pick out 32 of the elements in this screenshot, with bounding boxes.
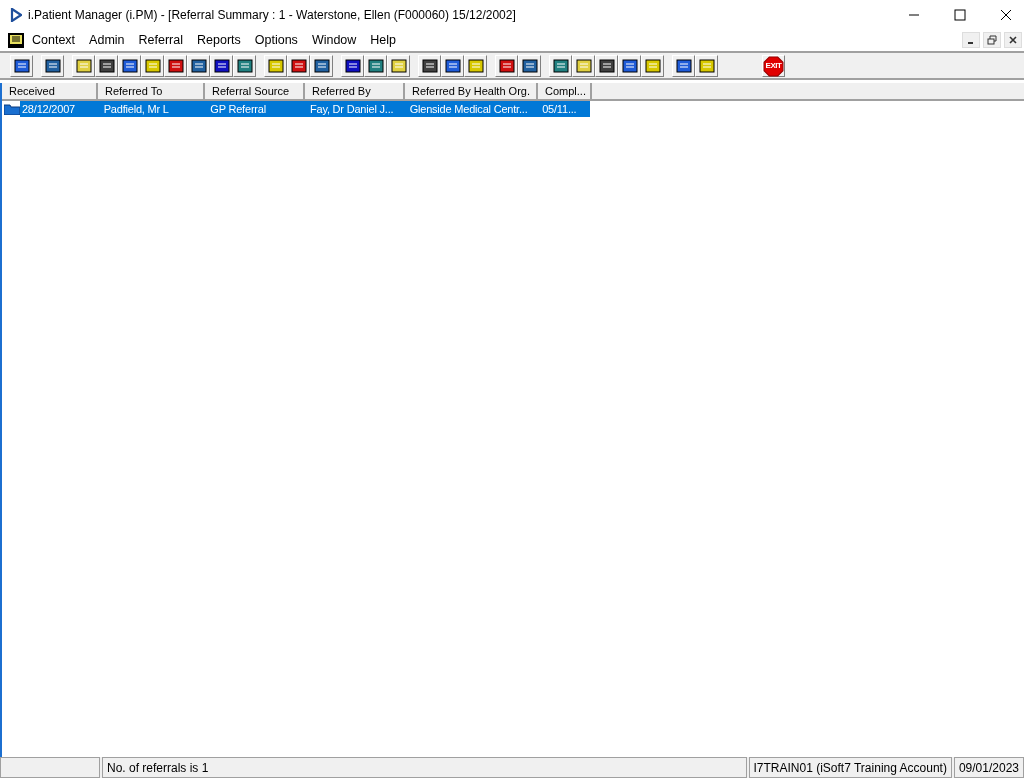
column-header[interactable]: Referred By Health Org. <box>405 83 538 99</box>
maximize-icon[interactable] <box>954 9 966 21</box>
table-cell-text: Padfield, Mr L <box>102 103 170 115</box>
table-cell-text: Fay, Dr Daniel J... <box>308 103 395 115</box>
document-menu-icon[interactable] <box>8 32 24 48</box>
menu-item[interactable]: Help <box>370 33 397 47</box>
menu-item[interactable]: Context <box>32 33 76 47</box>
status-text: 09/01/2023 <box>953 757 1024 778</box>
menu-item[interactable]: Window <box>311 33 357 47</box>
table-cell-text: 28/12/2007 <box>21 103 76 115</box>
table-cell-text: Glenside Medical Centr... <box>408 103 529 115</box>
exit-button[interactable]: EXIT <box>762 54 785 77</box>
table-cell-text: 05/11... <box>541 103 578 115</box>
column-header[interactable]: Referral Source <box>205 83 305 99</box>
status-text: I7TRAIN01 (iSoft7 Training Account) <box>748 757 952 778</box>
column-header[interactable]: Referred By <box>305 83 405 99</box>
window-title: i.Patient Manager (i.PM) - [Referral Summary : 1 - Waterstone, Ellen (F000060) 15/12/2002] <box>28 8 517 22</box>
column-header[interactable]: Compl... <box>538 83 592 99</box>
menu-item[interactable]: Referral <box>138 33 183 47</box>
table-cell-text: GP Referral <box>209 103 267 115</box>
folder-icon <box>4 103 20 115</box>
table-row[interactable]: 28/12/2007 Padfield, Mr L GP Referral Fay, Dr Daniel J... Glenside Medical Centr... 05/11... <box>2 101 590 117</box>
restore-icon[interactable] <box>983 32 1001 48</box>
close-icon[interactable] <box>1000 9 1012 21</box>
column-header[interactable]: Received <box>2 83 98 99</box>
app-logo-icon <box>10 8 22 22</box>
menu-item[interactable]: Options <box>254 33 298 47</box>
minimize-icon[interactable] <box>962 32 980 48</box>
menu-item[interactable]: Admin <box>89 33 125 47</box>
column-header[interactable]: Referred To <box>98 83 205 99</box>
menu-item[interactable]: Reports <box>197 33 241 47</box>
status-text: No. of referrals is 1 <box>102 757 747 778</box>
